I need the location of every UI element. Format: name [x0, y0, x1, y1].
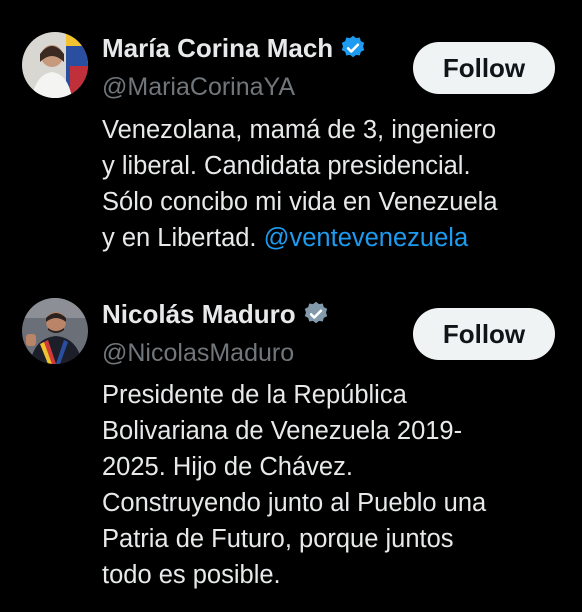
avatar[interactable] [22, 32, 88, 98]
bio-line: 2025. Hijo de Chávez. [102, 453, 353, 481]
bio-line: todo es posible. [102, 561, 281, 589]
user-bio: Venezolana, mamá de 3, ingeniero y liber… [102, 112, 562, 256]
verified-blue-icon [339, 34, 367, 62]
bio-line-last: y en Libertad. @ventevenezuela [102, 220, 562, 256]
bio-line: Sólo concibo mi vida en Venezuela [102, 188, 498, 216]
display-name[interactable]: María Corina Mach [102, 30, 333, 66]
user-handle[interactable]: @NicolasMaduro [102, 336, 294, 370]
user-handle[interactable]: @MariaCorinaYA [102, 70, 295, 104]
user-bio: Presidente de la República Bolivariana d… [102, 377, 562, 593]
follow-button[interactable]: Follow [413, 42, 555, 94]
name-row: Nicolás Maduro [102, 296, 330, 332]
mention-link[interactable]: @ventevenezuela [264, 224, 469, 252]
bio-line: Patria de Futuro, porque juntos [102, 525, 454, 553]
bio-line: Venezolana, mamá de 3, ingeniero [102, 116, 497, 144]
user-card[interactable]: Nicolás Maduro @NicolasMaduro Follow Pre… [0, 280, 582, 612]
display-name[interactable]: Nicolás Maduro [102, 296, 296, 332]
avatar[interactable] [22, 298, 88, 364]
verified-gray-icon [302, 300, 330, 328]
user-card[interactable]: María Corina Mach @MariaCorinaYA Follow … [0, 0, 582, 280]
bio-text: y en Libertad. [102, 224, 264, 252]
bio-line: Presidente de la República [102, 381, 407, 409]
bio-line: y liberal. Candidata presidencial. [102, 152, 471, 180]
bio-line: Construyendo junto al Pueblo una [102, 489, 487, 517]
follow-button[interactable]: Follow [413, 308, 555, 360]
name-row: María Corina Mach [102, 30, 367, 66]
bio-line: Bolivariana de Venezuela 2019- [102, 417, 463, 445]
